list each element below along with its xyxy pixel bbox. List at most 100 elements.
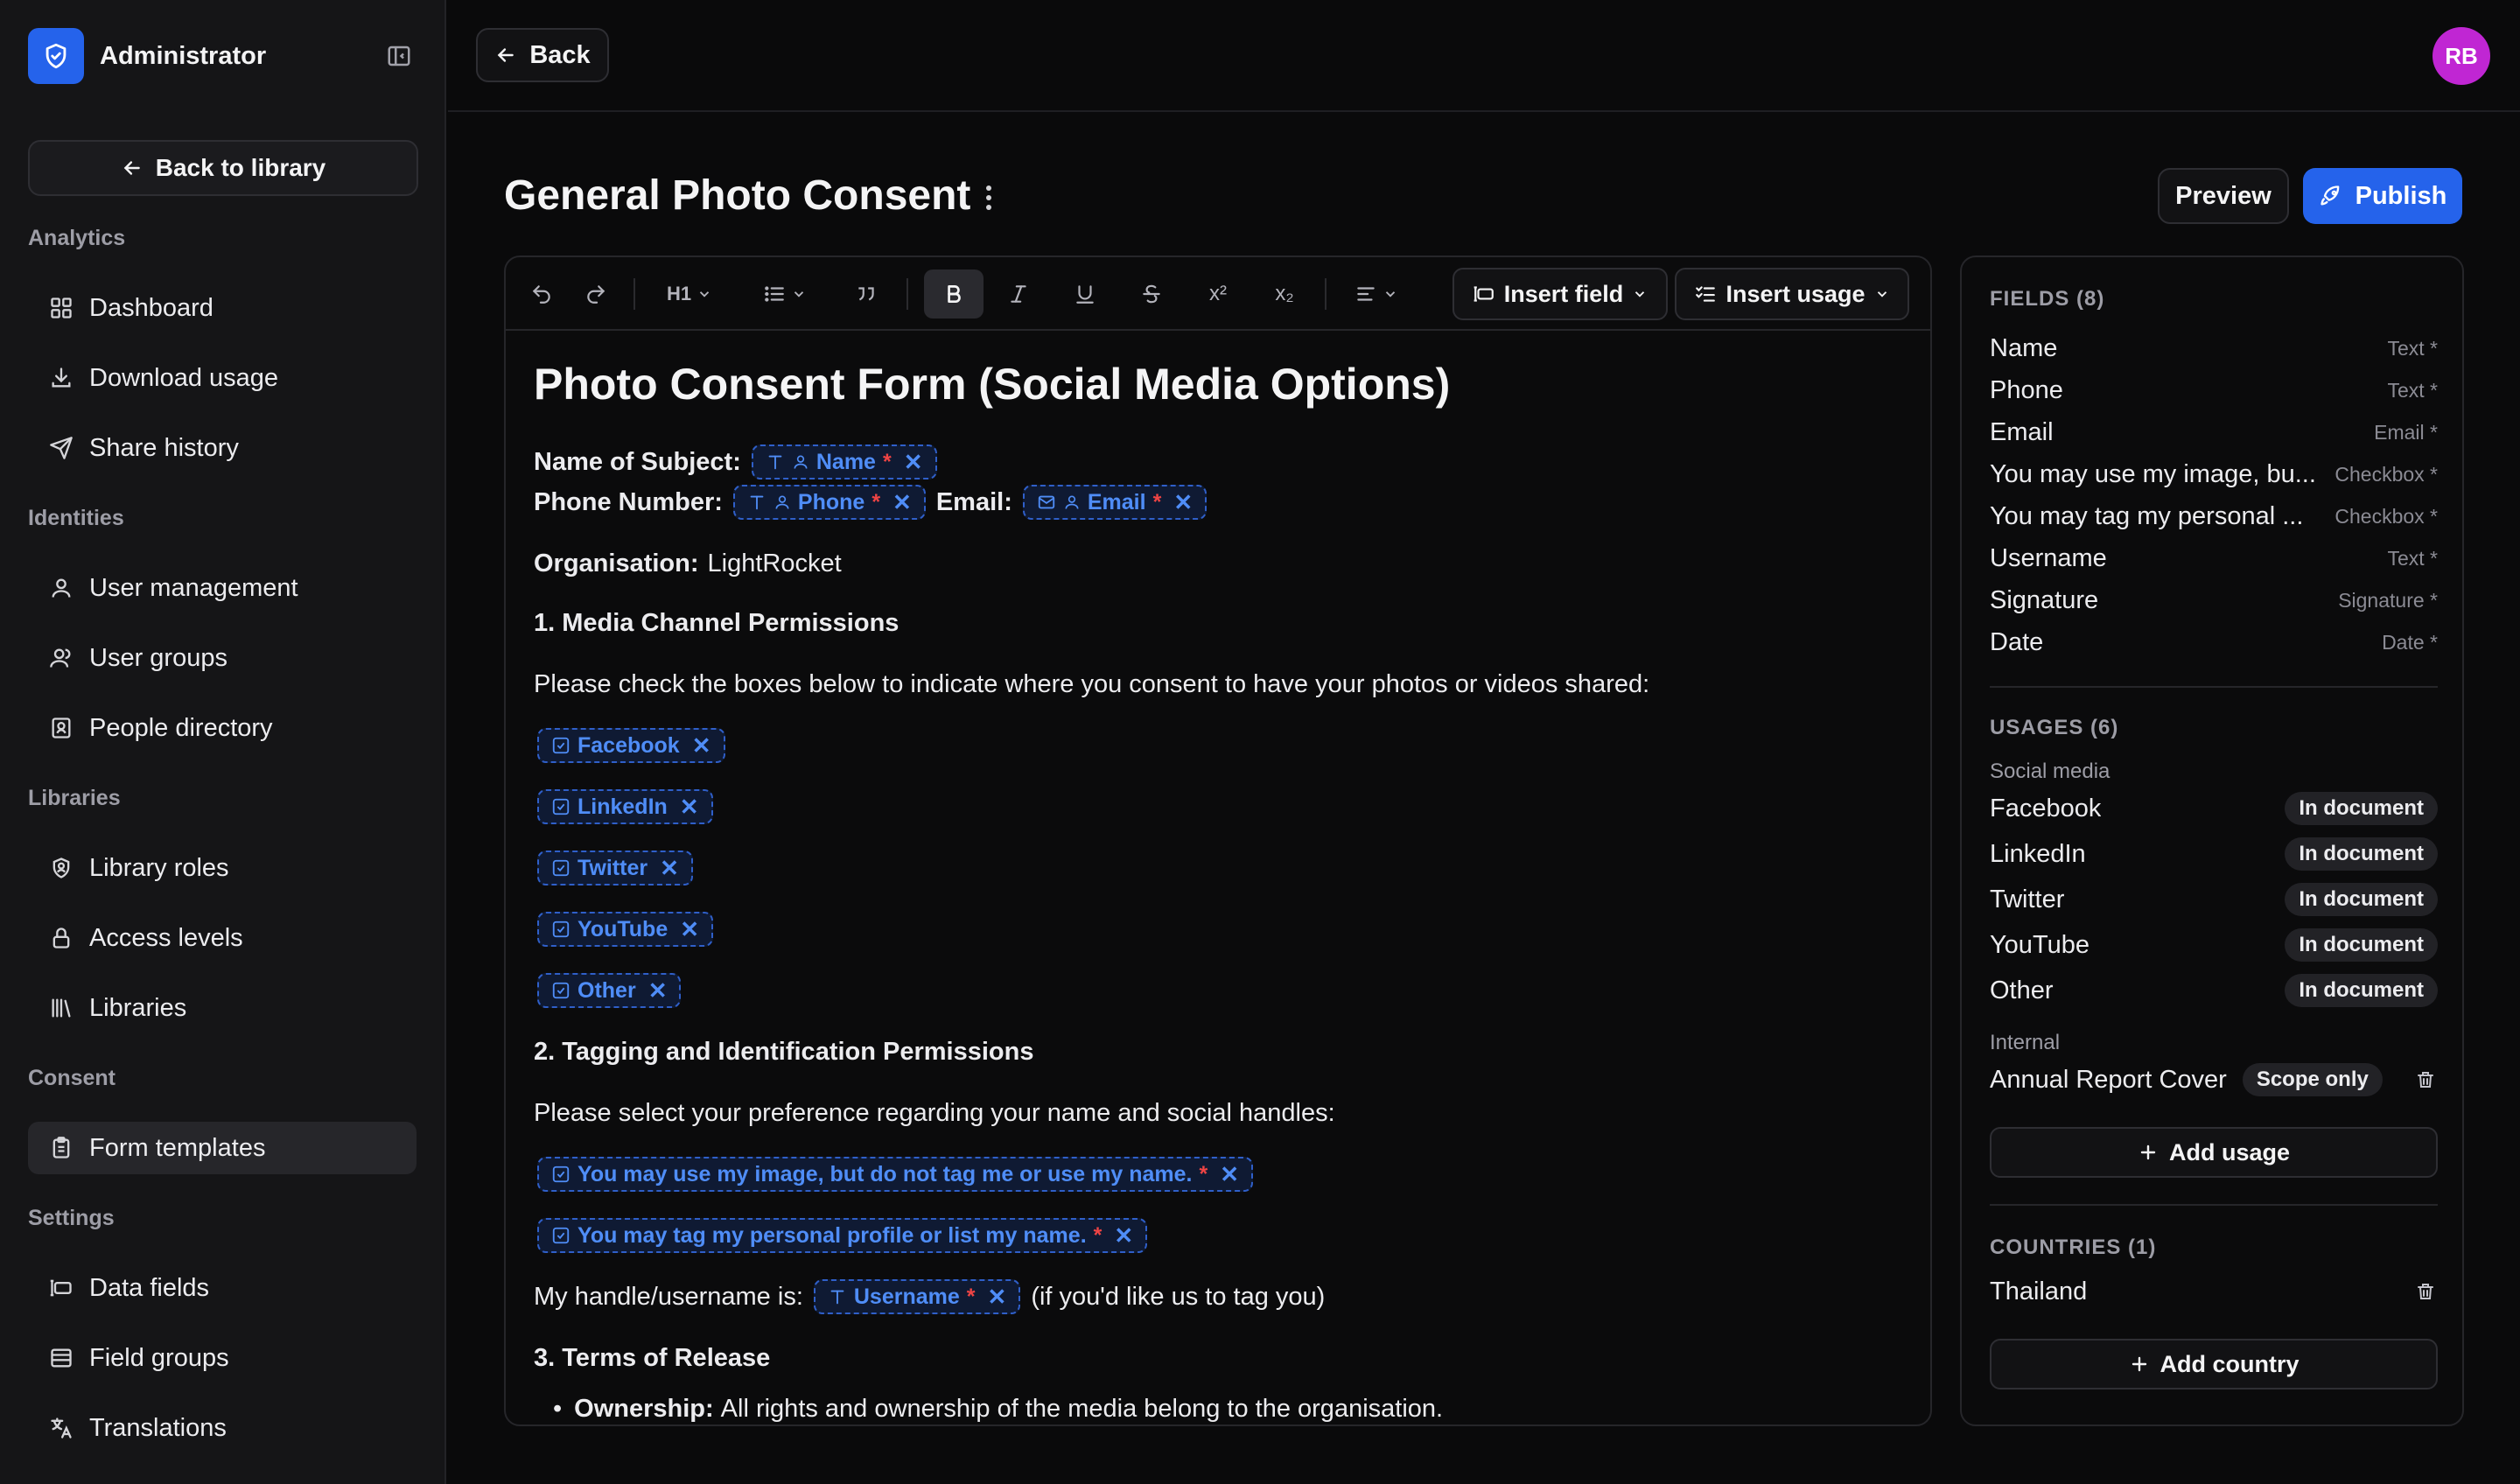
remove-chip-icon[interactable]: ✕	[988, 1284, 1007, 1311]
preview-button[interactable]: Preview	[2158, 168, 2289, 224]
rocket-icon	[2319, 184, 2343, 208]
field-row[interactable]: You may tag my personal ... Checkbox *	[1990, 497, 2438, 536]
sidebar-item-form-templates[interactable]: Form templates	[28, 1122, 416, 1174]
shield-user-icon	[47, 854, 75, 882]
field-name: You may use my image, bu...	[1990, 459, 2316, 488]
remove-chip-icon[interactable]: ✕	[892, 489, 912, 516]
field-row[interactable]: Signature Signature *	[1990, 581, 2438, 620]
trash-icon[interactable]	[2413, 1068, 2438, 1092]
sidebar-item-download-usage[interactable]: Download usage	[28, 352, 416, 404]
field-chip-username[interactable]: Username * ✕	[813, 1279, 1021, 1314]
italic-icon[interactable]	[994, 270, 1043, 318]
remove-chip-icon[interactable]: ✕	[904, 449, 923, 476]
insert-field-dropdown[interactable]: Insert field	[1452, 268, 1668, 320]
remove-chip-icon[interactable]: ✕	[660, 855, 679, 882]
field-chip-tag-option-2[interactable]: You may tag my personal profile or list …	[534, 1213, 1148, 1258]
usage-chip-facebook[interactable]: Facebook ✕	[534, 723, 725, 768]
usage-row[interactable]: Facebook In document	[1990, 789, 2438, 828]
library-icon	[47, 994, 75, 1022]
remove-chip-icon[interactable]: ✕	[680, 794, 699, 821]
field-type: Date *	[2382, 630, 2438, 654]
sidebar-item-data-fields[interactable]: Data fields	[28, 1262, 416, 1314]
remove-chip-icon[interactable]: ✕	[1173, 489, 1193, 516]
insert-usage-dropdown[interactable]: Insert usage	[1675, 268, 1909, 320]
remove-chip-icon[interactable]: ✕	[1114, 1222, 1133, 1250]
remove-chip-icon[interactable]: ✕	[1220, 1161, 1239, 1188]
chevron-down-icon	[791, 286, 807, 302]
chip-label: Twitter	[578, 855, 648, 880]
strikethrough-icon[interactable]	[1127, 270, 1176, 318]
list-dropdown[interactable]	[751, 270, 819, 318]
usage-row[interactable]: YouTube In document	[1990, 926, 2438, 964]
sidebar-item-field-groups[interactable]: Field groups	[28, 1332, 416, 1384]
field-row[interactable]: Date Date *	[1990, 623, 2438, 662]
back-button[interactable]: Back	[476, 28, 609, 82]
clipboard-list-icon	[47, 1134, 75, 1162]
field-row[interactable]: Username Text *	[1990, 539, 2438, 578]
status-badge: In document	[2285, 792, 2438, 825]
contact-card-icon	[47, 714, 75, 742]
field-type: Email *	[2374, 420, 2438, 444]
subscript-button[interactable]: x₂	[1260, 270, 1309, 318]
sidebar-item-people-directory[interactable]: People directory	[28, 702, 416, 754]
align-dropdown[interactable]	[1342, 270, 1410, 318]
undo-icon[interactable]	[520, 270, 564, 318]
add-country-button[interactable]: Add country	[1990, 1339, 2438, 1390]
field-chip-tag-option-1[interactable]: You may use my image, but do not tag me …	[534, 1152, 1254, 1197]
sidebar-item-label: Download usage	[89, 363, 279, 392]
sidebar-item-library-roles[interactable]: Library roles	[28, 842, 416, 894]
underline-icon[interactable]	[1060, 270, 1110, 318]
sidebar-item-user-management[interactable]: User management	[28, 562, 416, 614]
sidebar-item-share-history[interactable]: Share history	[28, 422, 416, 474]
remove-chip-icon[interactable]: ✕	[692, 732, 711, 760]
remove-chip-icon[interactable]: ✕	[648, 977, 668, 1004]
usage-row[interactable]: LinkedIn In document	[1990, 835, 2438, 873]
status-badge: In document	[2285, 928, 2438, 962]
redo-icon[interactable]	[574, 270, 618, 318]
bold-icon[interactable]	[924, 270, 984, 318]
sidebar-item-dashboard[interactable]: Dashboard	[28, 282, 416, 334]
sidebar-item-translations[interactable]: Translations	[28, 1402, 416, 1454]
usage-row[interactable]: Twitter In document	[1990, 880, 2438, 919]
nav-section-settings: Settings	[28, 1206, 115, 1230]
usage-chip-youtube[interactable]: YouTube ✕	[534, 906, 714, 952]
usage-chip-twitter[interactable]: Twitter ✕	[534, 845, 693, 891]
field-type: Checkbox *	[2334, 462, 2438, 486]
align-left-icon	[1354, 283, 1377, 305]
superscript-button[interactable]: x²	[1194, 270, 1242, 318]
section-2-text: Please select your preference regarding …	[534, 1098, 1335, 1127]
sidebar-item-label: Libraries	[89, 993, 187, 1022]
publish-button[interactable]: Publish	[2303, 168, 2462, 224]
field-chip-email[interactable]: Email * ✕	[1022, 485, 1208, 520]
sidebar-item-access-levels[interactable]: Access levels	[28, 912, 416, 964]
field-chip-name[interactable]: Name * ✕	[751, 444, 937, 480]
back-to-library-button[interactable]: Back to library	[28, 140, 418, 196]
usage-chip-linkedin[interactable]: LinkedIn ✕	[534, 784, 713, 830]
document-content[interactable]: Photo Consent Form (Social Media Options…	[534, 331, 1902, 1424]
email-label: Email:	[935, 487, 1012, 516]
field-name: Date	[1990, 627, 2044, 656]
add-usage-button[interactable]: Add usage	[1990, 1127, 2438, 1178]
field-row[interactable]: Phone Text *	[1990, 371, 2438, 410]
required-mark: *	[882, 449, 892, 474]
sidebar-item-libraries[interactable]: Libraries	[28, 982, 416, 1034]
toolbar-divider	[906, 278, 908, 310]
field-row[interactable]: Email Email *	[1990, 413, 2438, 452]
usage-row-internal[interactable]: Annual Report Cover Scope only	[1990, 1060, 2438, 1099]
usage-chip-other[interactable]: Other ✕	[534, 968, 682, 1013]
remove-chip-icon[interactable]: ✕	[680, 916, 699, 943]
field-row[interactable]: You may use my image, bu... Checkbox *	[1990, 455, 2438, 494]
field-row[interactable]: Name Text *	[1990, 329, 2438, 368]
checkbox-icon	[551, 1165, 570, 1184]
chip-label: Name	[816, 449, 876, 474]
more-options-icon[interactable]	[976, 180, 1001, 215]
sidebar-collapse-icon[interactable]	[380, 37, 418, 75]
country-row[interactable]: Thailand	[1990, 1272, 2438, 1311]
avatar[interactable]: RB	[2432, 27, 2490, 85]
usage-row[interactable]: Other In document	[1990, 971, 2438, 1010]
blockquote-icon[interactable]	[842, 270, 891, 318]
trash-icon[interactable]	[2413, 1279, 2438, 1304]
sidebar-item-user-groups[interactable]: User groups	[28, 632, 416, 684]
field-chip-phone[interactable]: Phone * ✕	[732, 485, 926, 520]
heading-dropdown[interactable]: H1	[653, 270, 726, 318]
